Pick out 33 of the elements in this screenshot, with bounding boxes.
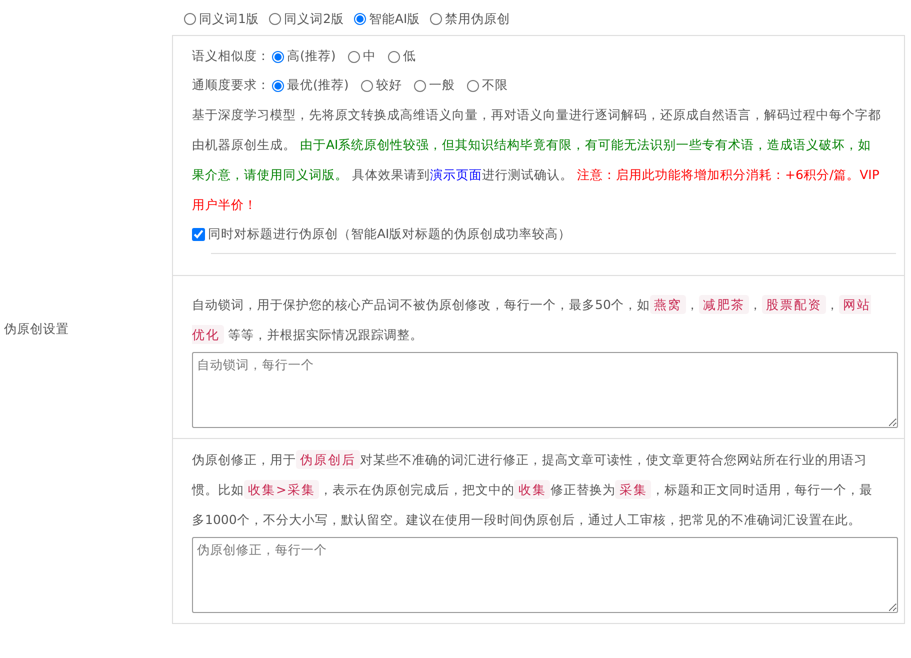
mode-radio[interactable] <box>184 13 196 25</box>
corrections-description: 伪原创修正，用于 伪原创后 对某些不准确的词汇进行修正，提高文章可读性，使文章更符合您网站所在行业的用语习惯。比如 收集>采集 ，表示在伪原创完成后，把文中的 收集 修正替换为 采集 ，标题和正文同时适用，每行一个，最多1000个，不分大小写，默认留空。建议在使用一段时间伪原创后，通过人工审核，把常见的不准确词汇设置在此。 <box>192 449 874 529</box>
section-label: 伪原创设置 <box>4 320 69 338</box>
title-rewrite-checkbox[interactable] <box>192 228 205 241</box>
ai-description: 基于深度学习模型，先将原文转换成高维语义向量，再对语义向量进行逐词解码，还原成自然语言，解码过程中每个字都由机器原创生成。 由于AI系统原创性较强，但其知识结构毕竟有限，有可能无法识别一些专有术语，造成语义破坏，如果介意，请使用同义词版。 具体效果请到演示页面进行测试确认。 注意：启用此功能将增加积分消耗：+6积分/篇。VIP用户半价！ <box>192 106 882 214</box>
option-radio[interactable] <box>348 50 360 62</box>
option-radio[interactable] <box>414 80 426 92</box>
mode-label: 智能AI版 <box>368 10 420 28</box>
mode-label: 同义词2版 <box>284 10 344 28</box>
option-text: 不限 <box>482 77 508 94</box>
lock-words-description: 自动锁词，用于保护您的核心产品词不被伪原创修改，每行一个，最多50个，如 燕窝 ， 减肥茶 ， 股票配资 ， 网站优化 等等，并根据实际情况跟踪调整。 <box>192 294 872 346</box>
mode-radio[interactable] <box>354 13 366 25</box>
option-radio[interactable] <box>272 80 284 92</box>
option-text: 一般 <box>428 77 455 94</box>
option-text: 最优(推荐) <box>287 77 349 94</box>
mode-label: 同义词1版 <box>199 10 259 28</box>
option-text: 中 <box>362 48 376 65</box>
mode-label: 禁用伪原创 <box>445 10 510 28</box>
demo-page-link[interactable]: 演示页面 <box>430 167 482 182</box>
lock-words-field[interactable]: 自动锁词，每行一个 <box>192 352 898 428</box>
mode-radio[interactable] <box>430 13 442 25</box>
option-text: 低 <box>402 48 416 65</box>
option-radio[interactable] <box>466 80 479 92</box>
corrections-field[interactable]: 伪原创修正，每行一个 <box>192 537 898 613</box>
option-label: 通顺度要求： <box>192 77 270 94</box>
option-radio[interactable] <box>360 80 373 92</box>
option-text: 高(推荐) <box>287 48 336 65</box>
option-radio[interactable] <box>272 50 284 62</box>
option-radio[interactable] <box>388 50 400 62</box>
option-label: 语义相似度： <box>192 48 270 65</box>
mode-radio[interactable] <box>268 13 281 25</box>
title-rewrite-label: 同时对标题进行伪原创（智能AI版对标题的伪原创成功率较高） <box>208 226 572 243</box>
option-text: 较好 <box>376 77 402 94</box>
